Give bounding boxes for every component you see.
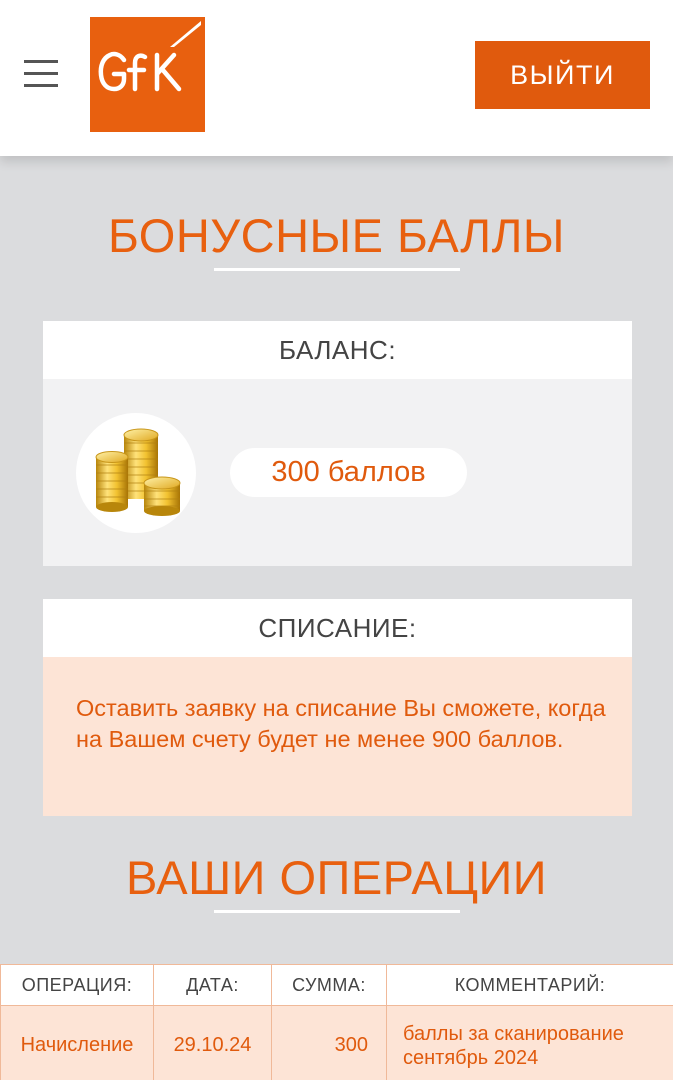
table-row: Начисление 29.10.24 300 баллы за сканиро… xyxy=(0,1005,673,1080)
hamburger-menu-icon[interactable] xyxy=(24,60,58,88)
column-header-date: ДАТА: xyxy=(153,964,272,1006)
title-underline xyxy=(214,268,460,271)
operations-table: ОПЕРАЦИЯ: ДАТА: СУММА: КОММЕНТАРИЙ: Начи… xyxy=(0,964,673,1080)
cell-date: 29.10.24 xyxy=(153,1005,272,1080)
cell-operation: Начисление xyxy=(0,1005,154,1080)
writeoff-header: СПИСАНИЕ: xyxy=(43,599,632,657)
title-underline xyxy=(214,910,460,913)
column-header-comment: КОММЕНТАРИЙ: xyxy=(386,964,673,1006)
page-title: БОНУСНЫЕ БАЛЛЫ xyxy=(107,209,566,262)
column-header-operation: ОПЕРАЦИЯ: xyxy=(0,964,154,1006)
cell-amount: 300 xyxy=(271,1005,387,1080)
balance-header: БАЛАНС: xyxy=(43,321,632,379)
balance-card: БАЛАНС: 300 баллов xyxy=(43,321,632,566)
operations-title: ВАШИ ОПЕРАЦИИ xyxy=(125,851,548,904)
gfk-logo[interactable] xyxy=(90,17,205,132)
column-header-amount: СУММА: xyxy=(271,964,387,1006)
gfk-logo-mark xyxy=(98,21,201,92)
writeoff-card: СПИСАНИЕ: Оставить заявку на списание Вы… xyxy=(43,599,632,816)
menu-line xyxy=(24,84,58,87)
gold-coins-icon xyxy=(76,413,196,533)
table-header-row: ОПЕРАЦИЯ: ДАТА: СУММА: КОММЕНТАРИЙ: xyxy=(0,964,673,1006)
menu-line xyxy=(24,60,58,63)
menu-line xyxy=(24,72,58,75)
top-header: ВЫЙТИ xyxy=(0,0,673,156)
cell-comment: баллы за сканирование сентябрь 2024 xyxy=(386,1005,673,1080)
writeoff-message: Оставить заявку на списание Вы сможете, … xyxy=(76,695,606,752)
balance-value: 300 баллов xyxy=(230,448,467,497)
logout-button[interactable]: ВЫЙТИ xyxy=(475,41,650,109)
